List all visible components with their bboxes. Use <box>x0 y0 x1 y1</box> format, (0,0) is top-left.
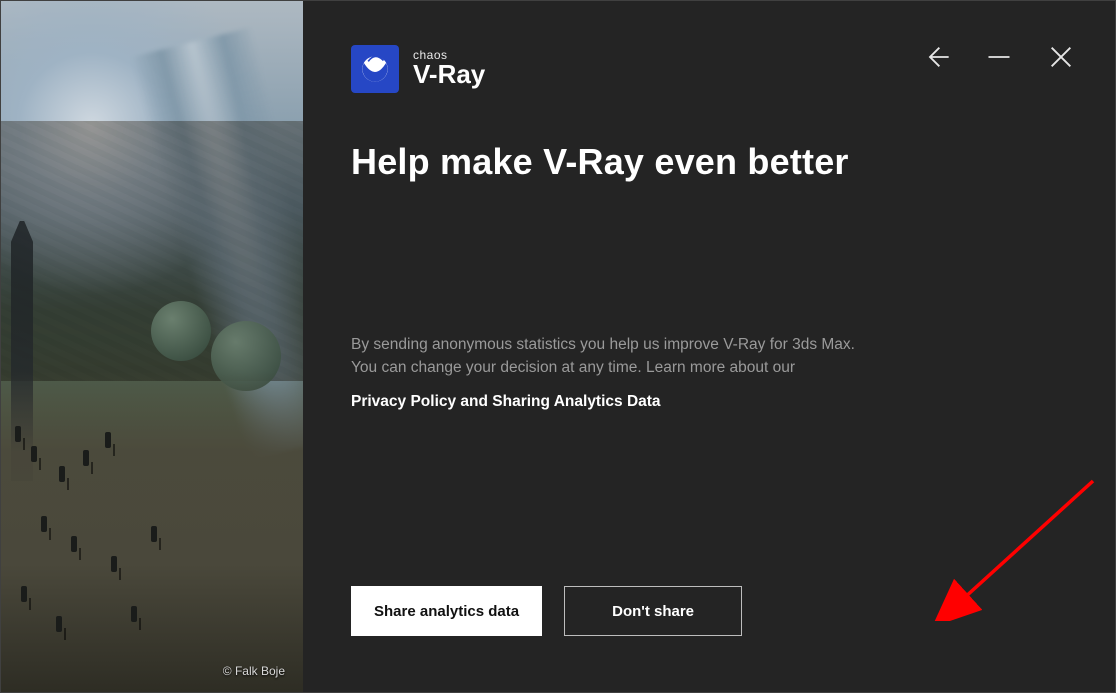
description: By sending anonymous statistics you help… <box>351 333 971 413</box>
description-line2: You can change your decision at any time… <box>351 359 795 376</box>
dont-share-button[interactable]: Don't share <box>564 586 742 636</box>
brand-name: V-Ray <box>413 61 485 88</box>
close-icon[interactable] <box>1047 43 1075 71</box>
privacy-link[interactable]: Privacy Policy and Sharing Analytics Dat… <box>351 390 971 413</box>
action-row: Share analytics data Don't share <box>351 586 742 636</box>
minimize-icon[interactable] <box>985 43 1013 71</box>
window-controls <box>923 43 1075 71</box>
installer-dialog: © Falk Boje chaos V <box>0 0 1116 693</box>
hero-image: © Falk Boje <box>1 1 303 692</box>
image-credit: © Falk Boje <box>1 664 303 678</box>
brand-text: chaos V-Ray <box>413 49 485 88</box>
annotation-arrow-icon <box>933 471 1113 621</box>
content-panel: chaos V-Ray Help make V-Ray even better … <box>303 1 1115 692</box>
description-line1: By sending anonymous statistics you help… <box>351 336 855 353</box>
vray-logo-icon <box>351 45 399 93</box>
share-analytics-button[interactable]: Share analytics data <box>351 586 542 636</box>
page-title: Help make V-Ray even better <box>351 141 1057 183</box>
back-arrow-icon[interactable] <box>923 43 951 71</box>
